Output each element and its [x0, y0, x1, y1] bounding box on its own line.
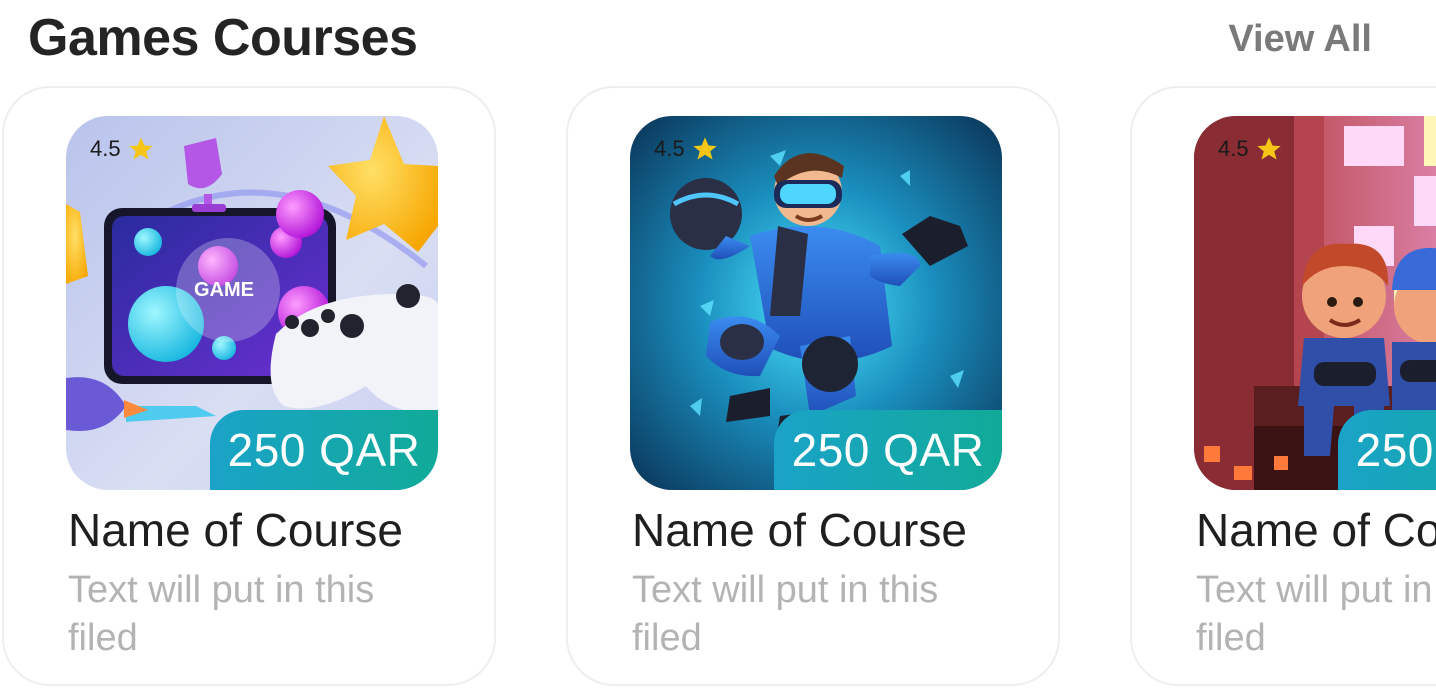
course-description: Text will put in this filed [1196, 569, 1436, 659]
course-thumbnail[interactable]: 4.5 250 QAR [630, 116, 1002, 490]
course-name[interactable]: Name of Course [68, 500, 403, 560]
course-description: Text will put in this filed [632, 569, 939, 659]
star-icon [128, 137, 153, 160]
course-card[interactable]: 4.5 250 QAR Name of Course Text will put… [1130, 86, 1436, 686]
course-name[interactable]: Name of Course [632, 500, 967, 560]
course-rating: 4.5 [654, 134, 719, 164]
star-icon [1256, 137, 1281, 160]
svg-text:GAME: GAME [194, 279, 254, 301]
price-badge: 250 QAR [774, 410, 1002, 490]
course-description: Text will put in this filed [68, 569, 375, 659]
star-icon [692, 137, 717, 160]
rating-value: 4.5 [1218, 136, 1249, 161]
price-badge: 250 QAR [210, 410, 438, 490]
course-card[interactable]: 4.5 250 QAR Name of Course Text will put… [566, 86, 1060, 686]
course-thumbnail[interactable]: 4.5 250 QAR [1194, 116, 1436, 490]
course-thumbnail[interactable]: GAME 4.5 250 QAR [66, 116, 438, 490]
course-card[interactable]: GAME 4.5 250 QAR Name of Course Text wil… [2, 86, 496, 686]
rating-value: 4.5 [654, 136, 685, 161]
course-name[interactable]: Name of Course [1196, 500, 1436, 560]
price-badge: 250 QAR [1338, 410, 1436, 490]
view-all-link[interactable]: View All [1228, 14, 1372, 64]
games-courses-section: Games Courses View All GAME 4.5 250 QAR … [0, 0, 1436, 688]
course-rating: 4.5 [90, 134, 155, 164]
rating-value: 4.5 [90, 136, 121, 161]
section-title: Games Courses [28, 9, 418, 67]
course-rating: 4.5 [1218, 134, 1283, 164]
